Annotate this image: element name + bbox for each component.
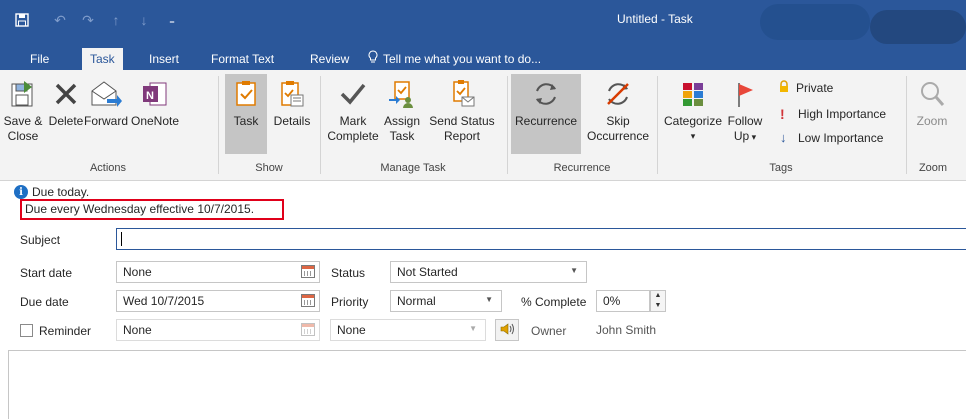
tab-task[interactable]: Task: [82, 48, 123, 70]
group-recurrence: Recurrence: [553, 162, 611, 174]
follow-up-button[interactable]: Follow Up ▾: [725, 74, 765, 145]
percent-complete-input[interactable]: 0%: [596, 290, 650, 312]
due-today-text: Due today.: [32, 185, 90, 199]
status-label: Status: [331, 266, 366, 280]
tab-insert[interactable]: Insert: [141, 48, 187, 70]
recurrence-button[interactable]: Recurrence: [511, 74, 581, 154]
window-title: Untitled - Task: [617, 12, 693, 26]
ribbon-tabs: File Task Insert Format Text Review Tell…: [0, 44, 966, 70]
high-importance-icon: !: [780, 106, 785, 122]
task-icon: [225, 74, 267, 114]
start-date-label: Start date: [20, 266, 73, 280]
calendar-icon[interactable]: [301, 323, 315, 336]
recurrence-info-text: Due every Wednesday effective 10/7/2015.: [20, 199, 284, 220]
subject-label: Subject: [20, 233, 61, 247]
save-icon[interactable]: [10, 8, 34, 32]
private-button[interactable]: Private: [778, 80, 833, 96]
follow-up-dropdown-icon: ▾: [749, 132, 757, 142]
delete-icon: [46, 74, 86, 114]
priority-label: Priority: [331, 295, 369, 309]
lightbulb-icon: [368, 48, 378, 70]
down-icon[interactable]: ↓: [132, 8, 156, 32]
percent-stepper[interactable]: ▲ ▼: [650, 290, 666, 312]
assign-task-icon: [382, 74, 422, 114]
high-importance-button[interactable]: ! High Importance: [780, 106, 886, 122]
info-icon: i: [14, 185, 28, 199]
flag-icon: [725, 74, 765, 114]
title-bar: ↶ ↷ ↑ ↓ ₌ Untitled - Task: [0, 0, 966, 44]
task-body-editor[interactable]: [8, 350, 966, 419]
skip-occurrence-button[interactable]: Skip Occurrence: [583, 74, 653, 144]
recurrence-icon: [511, 74, 581, 114]
onenote-button[interactable]: N OneNote: [128, 74, 182, 129]
low-importance-button[interactable]: ↓ Low Importance: [780, 130, 883, 145]
chevron-down-icon: ▼: [485, 295, 493, 304]
tell-me-text: Tell me what you want to do...: [383, 52, 542, 66]
status-report-icon: [424, 74, 500, 114]
info-bar: i Due today.: [14, 185, 89, 199]
tab-file[interactable]: File: [22, 48, 57, 70]
percent-complete-label: % Complete: [521, 295, 587, 309]
reminder-time-dropdown[interactable]: None ▼: [330, 319, 486, 341]
forward-icon: [82, 74, 130, 114]
delete-button[interactable]: Delete: [46, 74, 86, 129]
forward-button[interactable]: Forward: [82, 74, 130, 129]
send-status-report-button[interactable]: Send Status Report: [424, 74, 500, 144]
low-importance-icon: ↓: [780, 130, 787, 145]
calendar-icon[interactable]: [301, 265, 315, 278]
reminder-sound-button[interactable]: [495, 319, 519, 341]
owner-value: John Smith: [596, 323, 657, 337]
priority-dropdown[interactable]: Normal ▼: [390, 290, 502, 312]
due-date-field[interactable]: Wed 10/7/2015: [116, 290, 320, 312]
tell-me-box[interactable]: Tell me what you want to do...: [360, 48, 549, 70]
categorize-dropdown-icon: ▾: [690, 131, 696, 141]
chevron-down-icon: ▼: [469, 324, 477, 333]
reminder-checkbox[interactable]: [20, 324, 33, 337]
group-show: Show: [255, 162, 283, 174]
mark-complete-button[interactable]: Mark Complete: [324, 74, 382, 144]
save-close-icon: [2, 74, 44, 114]
redo-icon[interactable]: ↷: [76, 8, 100, 32]
due-date-label: Due date: [20, 295, 69, 309]
skip-occurrence-icon: [583, 74, 653, 114]
reminder-label: Reminder: [39, 324, 92, 338]
categorize-icon: [661, 74, 725, 114]
owner-label: Owner: [531, 324, 567, 338]
customize-icon[interactable]: ₌: [160, 8, 184, 32]
quick-access-toolbar: ↶ ↷ ↑ ↓ ₌: [10, 8, 184, 32]
save-close-button[interactable]: Save & Close: [2, 74, 44, 144]
speaker-icon: [499, 322, 515, 339]
tab-review[interactable]: Review: [302, 48, 357, 70]
group-manage-task: Manage Task: [380, 162, 446, 174]
group-actions: Actions: [89, 162, 127, 174]
assign-task-button[interactable]: Assign Task: [382, 74, 422, 144]
lock-icon: [778, 80, 790, 96]
onenote-icon: N: [128, 74, 182, 114]
details-icon: [270, 74, 314, 114]
zoom-button[interactable]: Zoom: [910, 74, 954, 129]
task-view-button[interactable]: Task: [225, 74, 267, 154]
chevron-down-icon: ▼: [570, 266, 578, 275]
details-button[interactable]: Details: [270, 74, 314, 129]
status-dropdown[interactable]: Not Started ▼: [390, 261, 587, 283]
ribbon: Save & Close Delete Forward N OneNote Ac…: [0, 70, 966, 181]
spin-down-icon[interactable]: ▼: [651, 301, 665, 311]
group-zoom: Zoom: [918, 162, 948, 174]
zoom-icon: [910, 74, 954, 114]
text-cursor: [121, 232, 122, 246]
checkmark-icon: [324, 74, 382, 114]
svg-text:N: N: [146, 90, 154, 102]
reminder-date-field[interactable]: None: [116, 319, 320, 341]
spin-up-icon[interactable]: ▲: [651, 291, 665, 301]
group-tags: Tags: [769, 162, 793, 174]
up-icon[interactable]: ↑: [104, 8, 128, 32]
calendar-icon[interactable]: [301, 294, 315, 307]
start-date-field[interactable]: None: [116, 261, 320, 283]
undo-icon[interactable]: ↶: [48, 8, 72, 32]
categorize-button[interactable]: Categorize ▾: [661, 74, 725, 144]
tab-format-text[interactable]: Format Text: [203, 48, 282, 70]
subject-input[interactable]: [116, 228, 966, 250]
